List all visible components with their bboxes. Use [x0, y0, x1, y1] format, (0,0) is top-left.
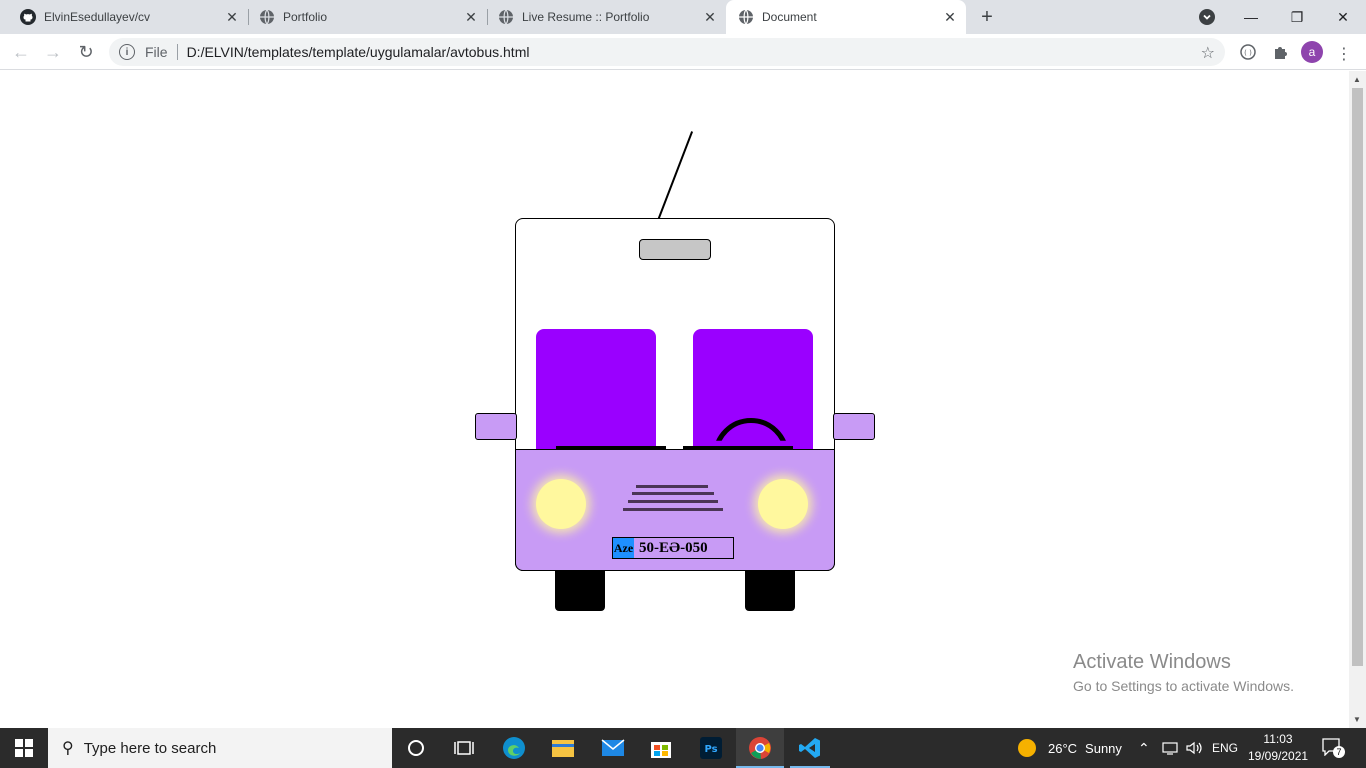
grille-line: [623, 508, 723, 511]
watermark-subtitle: Go to Settings to activate Windows.: [1073, 678, 1294, 694]
volume-icon[interactable]: [1186, 728, 1204, 768]
bus-tire-right: [745, 571, 795, 611]
mail-icon[interactable]: [601, 736, 625, 760]
vscode-icon[interactable]: [798, 736, 822, 760]
globe-icon: [498, 9, 514, 25]
minimize-button[interactable]: —: [1228, 0, 1274, 34]
taskbar-clock[interactable]: 11:03 19/09/2021: [1248, 731, 1308, 765]
scrollbar-thumb[interactable]: [1352, 88, 1363, 666]
forward-icon[interactable]: →: [42, 41, 64, 63]
bus-window-left: [536, 329, 656, 451]
menu-dots-icon[interactable]: ⋮: [1336, 44, 1352, 64]
task-view-icon[interactable]: [452, 736, 476, 760]
tab-title: Portfolio: [283, 10, 328, 24]
bus-tire-left: [555, 571, 605, 611]
microsoft-store-icon[interactable]: [649, 736, 673, 760]
tab-title: ElvinEsedullayev/cv: [44, 10, 151, 24]
bus-mirror-right: [833, 413, 875, 440]
address-url[interactable]: D:/ELVIN/templates/template/uygulamalar/…: [187, 44, 530, 60]
svg-text:( ): ( ): [1244, 49, 1252, 57]
windows-taskbar: ⚲ Type here to search Ps 26°C Sunny ⌃ EN: [0, 728, 1366, 768]
extensions-puzzle-icon[interactable]: [1270, 42, 1290, 62]
weather-temp: 26°C: [1048, 740, 1078, 756]
github-icon: [20, 9, 36, 25]
extension-icon[interactable]: ( ): [1238, 42, 1258, 62]
browser-toolbar: ← → ↻ i File D:/ELVIN/templates/template…: [0, 34, 1366, 70]
edge-icon[interactable]: [502, 736, 526, 760]
tab-search-icon[interactable]: [1199, 9, 1215, 25]
activate-windows-watermark: Activate Windows Go to Settings to activ…: [1073, 651, 1294, 694]
svg-text:Ps: Ps: [704, 744, 717, 755]
address-divider: [176, 44, 178, 60]
tab-portfolio[interactable]: Portfolio ✕: [239, 0, 487, 34]
reload-icon[interactable]: ↻: [75, 41, 97, 63]
notification-center-icon[interactable]: 7: [1322, 738, 1345, 758]
taskbar-search-placeholder: Type here to search: [83, 739, 217, 757]
chrome-icon[interactable]: [748, 736, 772, 760]
network-icon[interactable]: [1162, 728, 1180, 768]
grille-line: [628, 500, 718, 503]
headlight-left: [536, 479, 586, 529]
page-viewport: Aze 50-EƏ-050 Activate Windows Go to Set…: [0, 71, 1366, 728]
grille-line: [632, 492, 714, 495]
file-explorer-icon[interactable]: [551, 736, 575, 760]
restore-button[interactable]: ❐: [1274, 0, 1320, 34]
tab-github[interactable]: ElvinEsedullayev/cv ✕: [0, 0, 248, 34]
license-plate: Aze 50-EƏ-050: [612, 537, 734, 559]
close-icon[interactable]: ✕: [942, 9, 958, 25]
dashboard-line-right: [683, 446, 793, 449]
tab-live-resume[interactable]: Live Resume :: Portfolio ✕: [478, 0, 726, 34]
globe-icon: [738, 9, 754, 25]
watermark-title: Activate Windows: [1073, 651, 1231, 673]
clock-time: 11:03: [1263, 732, 1293, 746]
taskbar-search[interactable]: ⚲ Type here to search: [48, 728, 392, 768]
address-bar[interactable]: i File D:/ELVIN/templates/template/uygul…: [109, 38, 1225, 66]
weather-widget[interactable]: 26°C Sunny: [1018, 728, 1122, 768]
headlight-right: [758, 479, 808, 529]
show-hidden-icons-icon[interactable]: ⌃: [1138, 728, 1150, 768]
scroll-up-icon[interactable]: ▲: [1353, 75, 1361, 84]
bus-antenna: [656, 131, 694, 224]
close-window-button[interactable]: ✕: [1320, 0, 1366, 34]
sun-icon: [1018, 739, 1036, 757]
tab-title: Live Resume :: Portfolio: [522, 10, 650, 24]
grille-line: [636, 485, 708, 488]
tab-document[interactable]: Document ✕: [726, 0, 966, 34]
clock-date: 19/09/2021: [1248, 749, 1309, 763]
tab-strip: ElvinEsedullayev/cv ✕ Portfolio ✕ Live R…: [0, 0, 1366, 34]
plate-number: 50-EƏ-050: [639, 539, 708, 556]
photoshop-icon[interactable]: Ps: [699, 736, 723, 760]
profile-avatar[interactable]: a: [1301, 41, 1323, 63]
dashboard-line-left: [556, 446, 666, 449]
info-icon[interactable]: i: [119, 44, 135, 60]
bus-mirror-left: [475, 413, 517, 440]
tab-title: Document: [762, 10, 817, 24]
bookmark-star-icon[interactable]: ☆: [1201, 43, 1215, 63]
scroll-down-icon[interactable]: ▼: [1353, 715, 1361, 724]
cortana-icon[interactable]: [404, 736, 428, 760]
windows-start-icon[interactable]: [0, 728, 48, 768]
close-icon[interactable]: ✕: [224, 9, 240, 25]
back-icon[interactable]: ←: [10, 41, 32, 63]
bus-destination-sign: [639, 239, 711, 260]
language-indicator[interactable]: ENG: [1212, 728, 1238, 768]
globe-icon: [259, 9, 275, 25]
vertical-scrollbar[interactable]: ▲ ▼: [1349, 71, 1366, 728]
notification-count: 7: [1333, 746, 1345, 758]
address-scheme-label: File: [145, 44, 168, 60]
close-icon[interactable]: ✕: [463, 9, 479, 25]
search-icon: ⚲: [62, 740, 74, 757]
close-icon[interactable]: ✕: [702, 9, 718, 25]
new-tab-button[interactable]: +: [975, 6, 999, 28]
weather-condition: Sunny: [1085, 740, 1122, 756]
plate-country-code: Aze: [613, 538, 634, 558]
